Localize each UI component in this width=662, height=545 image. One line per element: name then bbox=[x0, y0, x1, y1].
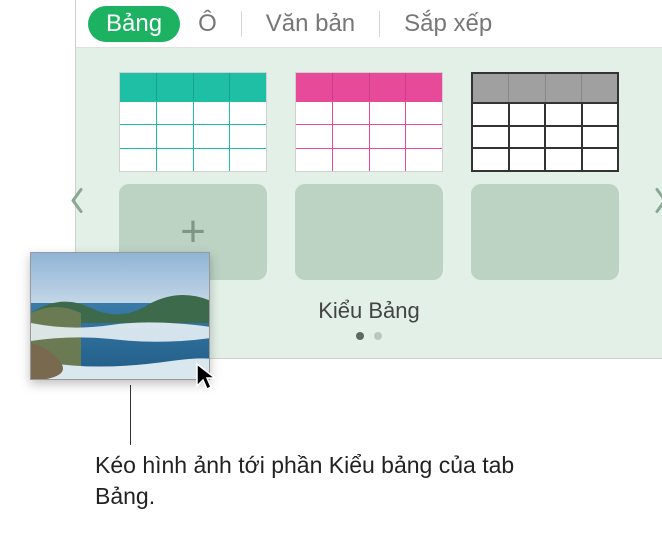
callout-line bbox=[130, 385, 131, 445]
tab-separator bbox=[379, 11, 380, 37]
pager-dot-1[interactable] bbox=[356, 332, 364, 340]
cursor-pointer-icon bbox=[195, 362, 219, 397]
plus-icon: + bbox=[180, 210, 206, 254]
tab-cell[interactable]: Ô bbox=[180, 6, 235, 42]
tab-table[interactable]: Bảng bbox=[88, 6, 180, 42]
table-style-presets-row bbox=[94, 72, 644, 172]
pager-dot-2[interactable] bbox=[374, 332, 382, 340]
tab-text[interactable]: Văn bản bbox=[248, 6, 373, 42]
inspector-tabbar: Bảng Ô Văn bản Sắp xếp bbox=[76, 0, 662, 48]
chevron-right-icon[interactable] bbox=[654, 188, 662, 219]
tab-separator bbox=[241, 11, 242, 37]
empty-style-slot[interactable] bbox=[471, 184, 619, 280]
help-caption: Kéo hình ảnh tới phần Kiểu bảng của tab … bbox=[95, 450, 515, 512]
chevron-left-icon[interactable] bbox=[70, 188, 84, 219]
empty-style-slot[interactable] bbox=[295, 184, 443, 280]
table-style-gray[interactable] bbox=[471, 72, 619, 172]
table-style-teal[interactable] bbox=[119, 72, 267, 172]
tab-arrange[interactable]: Sắp xếp bbox=[386, 6, 510, 42]
table-style-pink[interactable] bbox=[295, 72, 443, 172]
dragged-image-thumbnail[interactable] bbox=[30, 252, 210, 380]
